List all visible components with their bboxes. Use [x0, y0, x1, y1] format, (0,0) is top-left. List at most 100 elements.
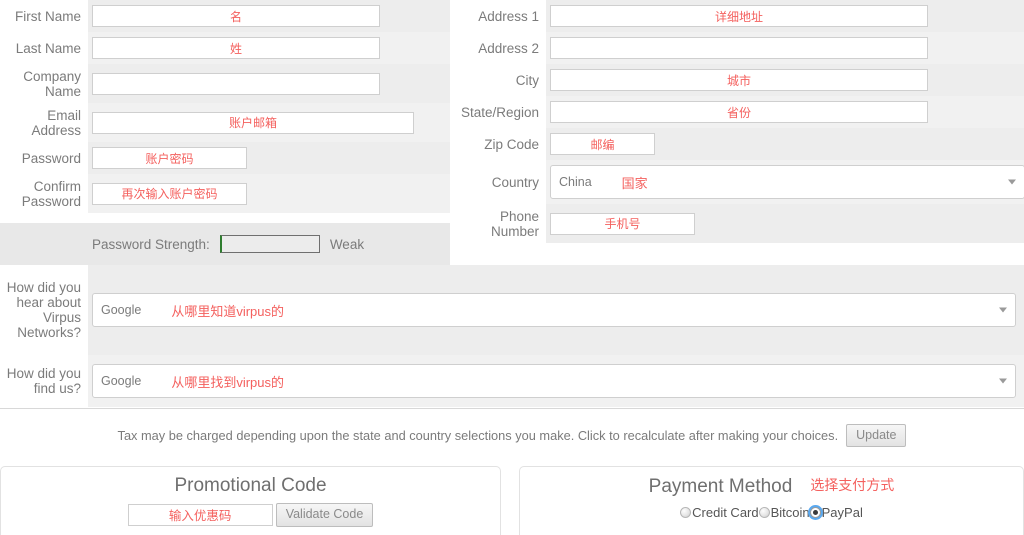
update-button[interactable]: Update: [846, 423, 907, 448]
payment-method-panel: Payment Method 选择支付方式 Credit Card Bitcoin P…: [519, 466, 1024, 535]
field-cell: 城市: [546, 64, 1024, 96]
field-label: City: [451, 64, 546, 96]
payment-option-label: PayPal: [821, 505, 863, 520]
field-cell: 再次输入账户密码: [88, 174, 450, 213]
field-label: Confirm Password: [0, 174, 88, 213]
field-cell: 账户邮箱: [88, 103, 450, 142]
payment-options-group: Credit Card Bitcoin PayPal: [520, 505, 1023, 520]
promo-input-row: 输入优惠码 Validate Code: [1, 503, 500, 527]
payment-option[interactable]: Bitcoin: [758, 505, 810, 520]
validate-code-button[interactable]: Validate Code: [275, 503, 374, 527]
form-row: Address 1 详细地址: [451, 0, 1024, 32]
field-cell: 邮编: [546, 128, 1024, 160]
referral-field-cell: Google 从哪里知道virpus的: [88, 265, 1024, 355]
text-input[interactable]: [92, 72, 380, 95]
text-input[interactable]: 省份: [550, 101, 928, 123]
field-cell: [88, 64, 450, 103]
referral-select[interactable]: Google 从哪里找到virpus的: [92, 364, 1016, 398]
text-input[interactable]: 账户邮箱: [92, 111, 414, 134]
tax-notice-row: Tax may be charged depending upon the st…: [0, 409, 1024, 462]
tax-notice-text: Tax may be charged depending upon the st…: [117, 428, 839, 443]
payment-method-title: Payment Method 选择支付方式: [520, 467, 1023, 498]
form-row: Confirm Password 再次输入账户密码: [0, 174, 450, 213]
password-strength-bar: [219, 235, 320, 253]
text-input[interactable]: 姓: [92, 37, 380, 59]
form-row: First Name 名: [0, 0, 450, 32]
field-cell: 详细地址: [546, 0, 1024, 32]
payment-option[interactable]: PayPal: [809, 505, 863, 520]
promo-code-input[interactable]: 输入优惠码: [127, 503, 273, 526]
field-cell: China 国家: [546, 160, 1024, 204]
form-row: Zip Code 邮编: [451, 128, 1024, 160]
radio-button[interactable]: [809, 507, 821, 518]
field-label: Password: [0, 142, 88, 174]
form-row: Country China 国家: [451, 160, 1024, 204]
field-label: Address 1: [451, 0, 546, 32]
radio-button[interactable]: [680, 507, 692, 518]
form-right-column: Address 1 详细地址 Address 2 City 城市 State/Region…: [451, 0, 1024, 265]
form-row: Phone Number 手机号: [451, 204, 1024, 243]
form-row: Email Address 账户邮箱: [0, 103, 450, 142]
field-cell: 账户密码: [88, 142, 450, 174]
text-input[interactable]: 名: [92, 5, 380, 27]
promotional-code-panel: Promotional Code 输入优惠码 Validate Code: [0, 466, 501, 535]
select-value: Google: [101, 303, 142, 317]
field-label: Company Name: [0, 64, 88, 103]
bottom-panels: Promotional Code 输入优惠码 Validate Code Pay…: [0, 466, 1024, 535]
field-label: State/Region: [451, 96, 546, 128]
field-label: Country: [451, 160, 546, 204]
referral-label: How did you find us?: [0, 355, 88, 407]
select-value: Google: [101, 374, 142, 388]
field-cell: 姓: [88, 32, 450, 64]
field-label: Last Name: [0, 32, 88, 64]
referral-section: How did you hear about Virpus Networks? G…: [0, 265, 1024, 409]
referral-label: How did you hear about Virpus Networks?: [0, 265, 88, 355]
text-input[interactable]: 手机号: [550, 212, 695, 235]
field-cell: 名: [88, 0, 450, 32]
payment-option-label: Credit Card: [692, 505, 759, 520]
payment-title-text: Payment Method: [648, 476, 793, 497]
form-row: State/Region 省份: [451, 96, 1024, 128]
chevron-down-icon: [999, 378, 1007, 384]
field-cell: 省份: [546, 96, 1024, 128]
payment-title-note: 选择支付方式: [810, 477, 895, 493]
form-row: Password 账户密码: [0, 142, 450, 174]
text-input[interactable]: 邮编: [550, 133, 655, 155]
form-row: Company Name: [0, 64, 450, 103]
field-label: Phone Number: [451, 204, 546, 243]
text-input[interactable]: 城市: [550, 69, 928, 91]
chevron-down-icon: [999, 307, 1007, 313]
password-strength-value: Weak: [329, 236, 365, 252]
promo-title-text: Promotional Code: [174, 475, 327, 496]
password-strength-row: Password Strength: Weak: [0, 223, 450, 265]
select-value: China: [559, 175, 592, 189]
payment-option[interactable]: Credit Card: [680, 505, 759, 520]
form-row: City 城市: [451, 64, 1024, 96]
chevron-down-icon: [1008, 179, 1016, 185]
field-label: Address 2: [451, 32, 546, 64]
text-input[interactable]: [550, 37, 928, 59]
select-annotation: 国家: [621, 175, 648, 191]
field-label: Zip Code: [451, 128, 546, 160]
form-row: Last Name 姓: [0, 32, 450, 64]
select-annotation: 从哪里知道virpus的: [171, 303, 284, 319]
country-select[interactable]: China 国家: [550, 165, 1024, 199]
referral-select[interactable]: Google 从哪里知道virpus的: [92, 293, 1016, 327]
radio-button[interactable]: [758, 507, 770, 518]
referral-field-cell: Google 从哪里找到virpus的: [88, 355, 1024, 407]
referral-row: How did you hear about Virpus Networks? G…: [0, 265, 1024, 355]
field-cell: [546, 32, 1024, 64]
text-input[interactable]: 再次输入账户密码: [92, 182, 247, 205]
registration-form-page: First Name 名 Last Name 姓 Company Name Email Add…: [0, 0, 1024, 535]
field-label: First Name: [0, 0, 88, 32]
field-label: Email Address: [0, 103, 88, 142]
text-input[interactable]: 账户密码: [92, 147, 247, 169]
referral-row: How did you find us? Google 从哪里找到virpus的: [0, 355, 1024, 407]
select-annotation: 从哪里找到virpus的: [171, 374, 284, 390]
password-strength-label: Password Strength:: [92, 236, 210, 252]
text-input[interactable]: 详细地址: [550, 5, 928, 27]
form-row: Address 2: [451, 32, 1024, 64]
payment-option-label: Bitcoin: [770, 505, 810, 520]
promotional-code-title: Promotional Code: [1, 467, 500, 497]
field-cell: 手机号: [546, 204, 1024, 243]
